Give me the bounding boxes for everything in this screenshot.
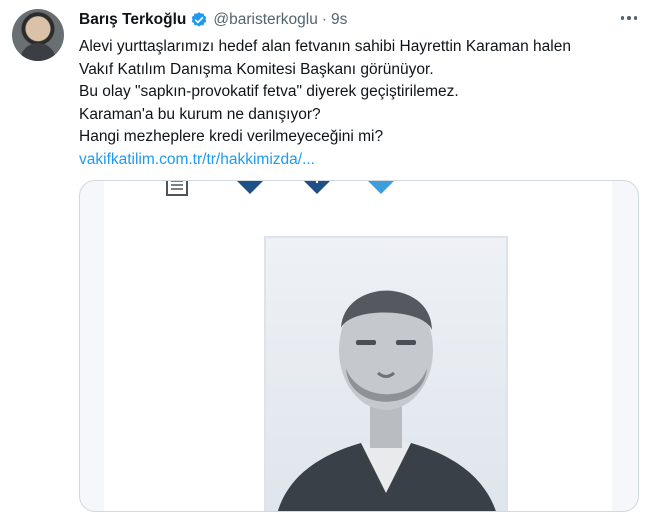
separator-dot: ·: [321, 11, 328, 28]
media-screenshot: [104, 181, 612, 511]
document-icon: [166, 181, 188, 196]
tweet-text: Alevi yurttaşlarımızı hedef alan fetvanı…: [79, 36, 639, 171]
tweet-timestamp[interactable]: 9s: [331, 11, 347, 29]
tweet-line: Karaman'a bu kurum ne danışıyor?: [79, 105, 321, 123]
media-card[interactable]: [79, 180, 639, 512]
tweet[interactable]: Barış Terkoğlu @baristerkoglu · 9s Alevi…: [0, 0, 650, 512]
author-handle[interactable]: @baristerkoglu: [213, 11, 317, 29]
author-name[interactable]: Barış Terkoğlu: [79, 11, 186, 29]
tweet-line: Alevi yurttaşlarımızı hedef alan fetvanı…: [79, 38, 571, 55]
tweet-link[interactable]: vakifkatilim.com.tr/tr/hakkimizda/...: [79, 149, 639, 172]
linkedin-icon: [304, 181, 330, 194]
facebook-icon: [237, 181, 263, 194]
more-options-icon[interactable]: [618, 8, 640, 28]
twitter-icon: [368, 181, 394, 194]
tweet-line: Vakıf Katılım Danışma Komitesi Başkanı g…: [79, 60, 434, 78]
tweet-header: Barış Terkoğlu @baristerkoglu · 9s: [79, 10, 630, 30]
portrait-photo: [264, 236, 508, 511]
avatar-figure: [20, 43, 56, 61]
verified-badge-icon: [190, 11, 208, 29]
author-avatar[interactable]: [12, 9, 64, 61]
tweet-line: Bu olay "sapkın-provokatif fetva" diyere…: [79, 83, 459, 100]
tweet-line: Hangi mezheplere kredi verilmeyeceğini m…: [79, 128, 384, 145]
